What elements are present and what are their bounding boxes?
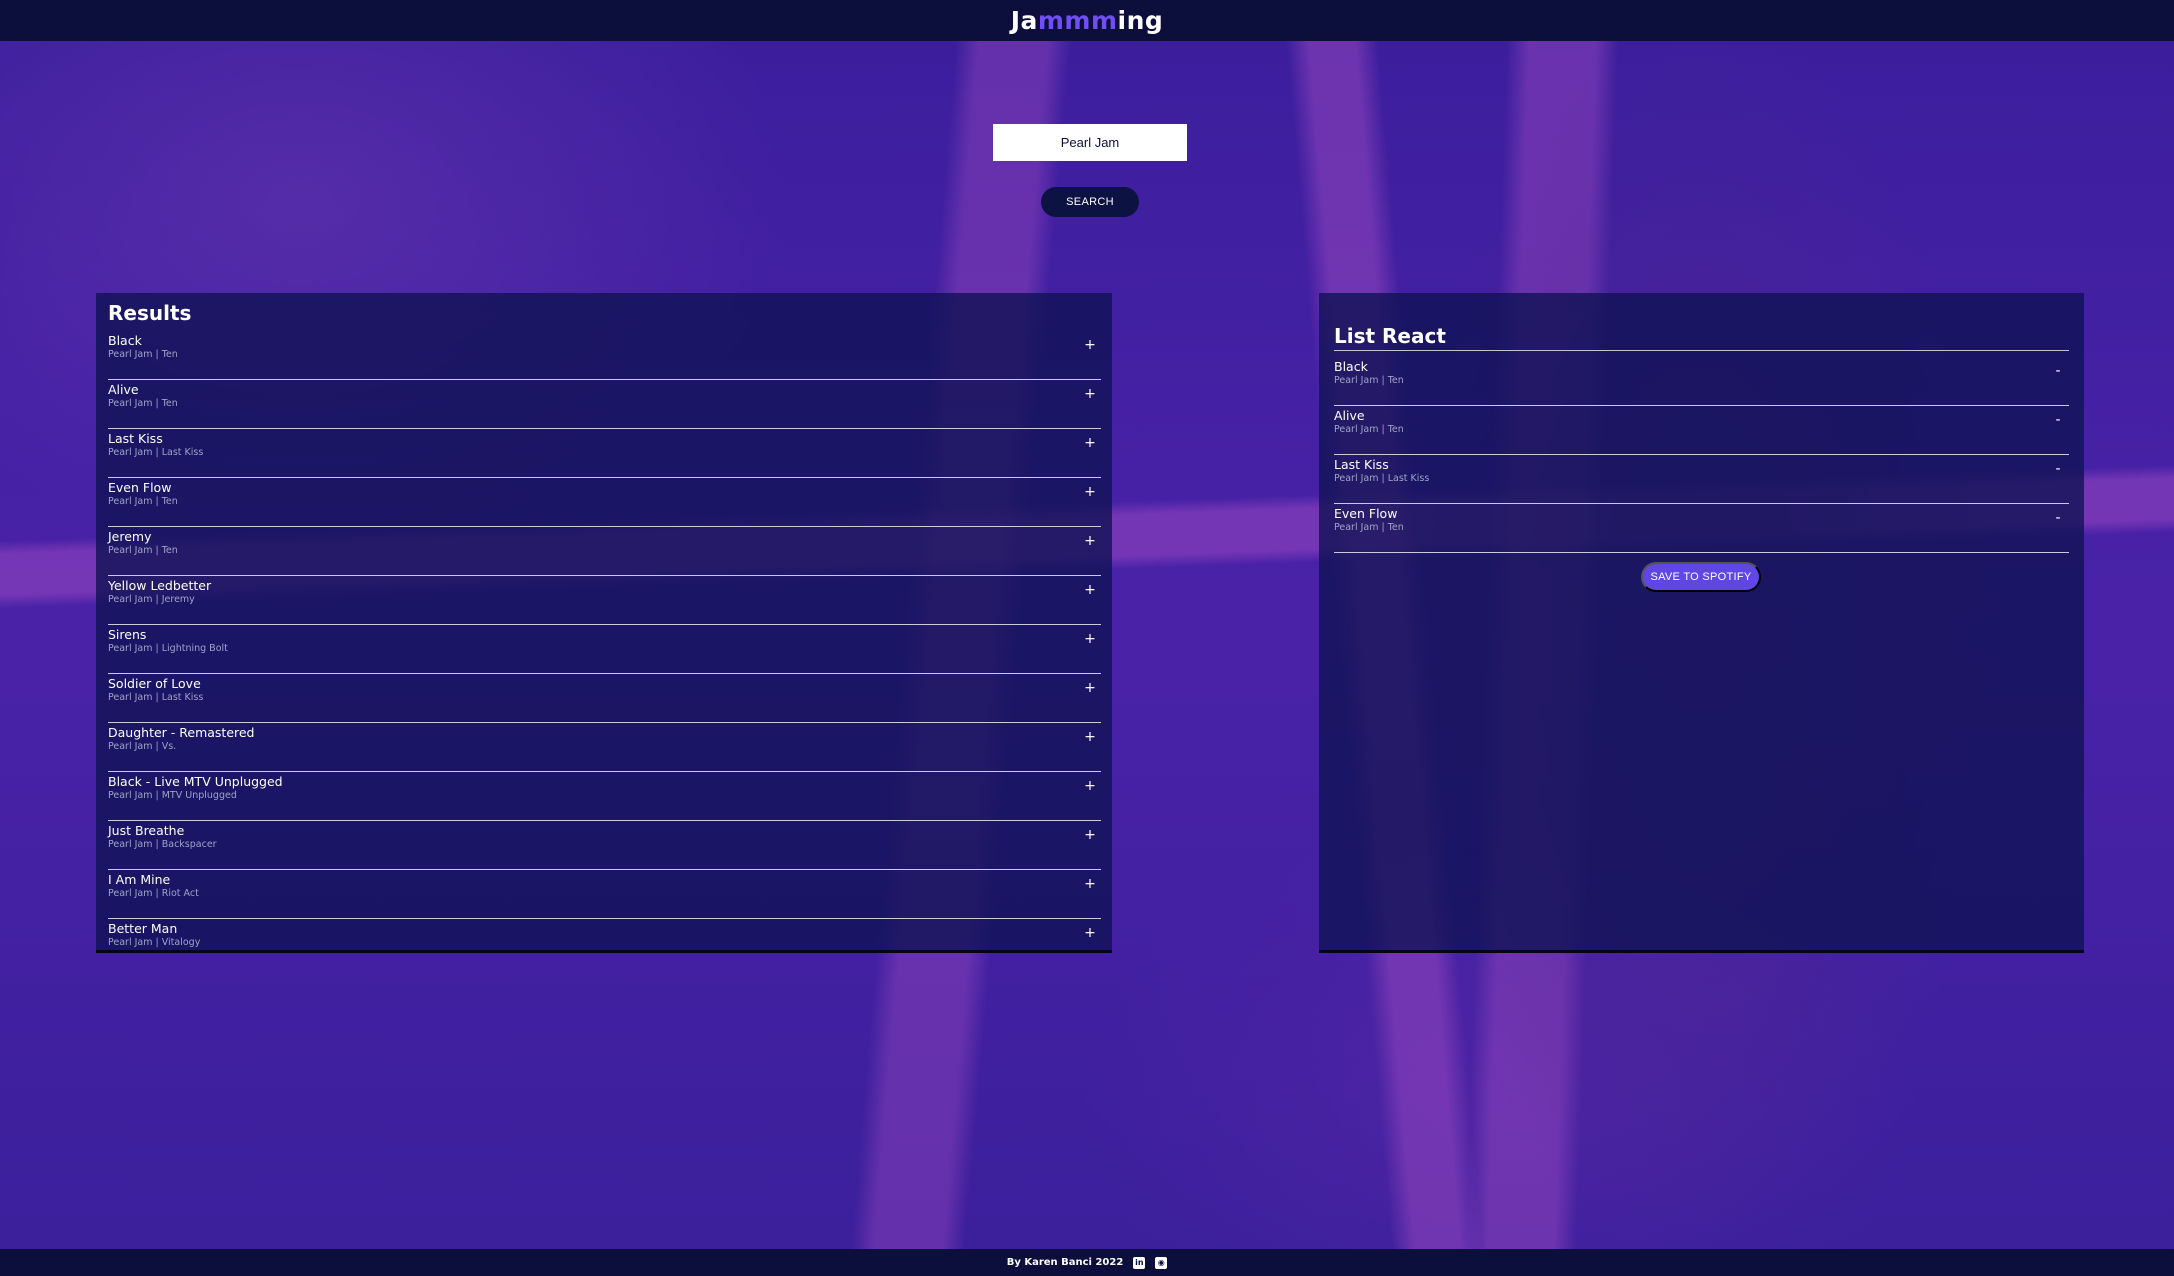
track-artist-album: Pearl Jam | Last Kiss [108, 447, 204, 458]
track-row: Alive Pearl Jam | Ten + [108, 380, 1101, 429]
track-name: Black [1334, 359, 1368, 374]
add-track-button[interactable]: + [1083, 631, 1097, 647]
remove-track-button[interactable]: - [2051, 363, 2065, 379]
track-name: Just Breathe [108, 823, 185, 838]
results-track-list: Black Pearl Jam | Ten + Alive Pearl Jam | Te… [108, 331, 1101, 950]
playlist-track-list: Black Pearl Jam | Ten - Alive Pearl Jam | Te… [1334, 357, 2069, 553]
linkedin-icon[interactable]: in [1133, 1256, 1146, 1269]
track-row: Sirens Pearl Jam | Lightning Bolt + [108, 625, 1101, 674]
save-to-spotify-button[interactable]: SAVE TO SPOTIFY [1641, 562, 1761, 592]
track-row: Black Pearl Jam | Ten + [108, 331, 1101, 380]
track-artist-album: Pearl Jam | Vitalogy [108, 937, 201, 948]
logo: Jammming [1011, 6, 1164, 35]
track-row: Jeremy Pearl Jam | Ten + [108, 527, 1101, 576]
track-artist-album: Pearl Jam | Last Kiss [1334, 473, 1430, 484]
add-track-button[interactable]: + [1083, 778, 1097, 794]
track-artist-album: Pearl Jam | Ten [1334, 375, 1404, 386]
search-button[interactable]: SEARCH [1041, 187, 1139, 217]
track-artist-album: Pearl Jam | Riot Act [108, 888, 199, 899]
add-track-button[interactable]: + [1083, 435, 1097, 451]
remove-track-button[interactable]: - [2051, 412, 2065, 428]
track-name: Jeremy [108, 529, 152, 544]
playlist-name-underline [1334, 350, 2069, 351]
add-track-button[interactable]: + [1083, 729, 1097, 745]
playlist-name[interactable]: List React [1334, 324, 1446, 348]
logo-suffix: ing [1117, 6, 1164, 35]
track-artist-album: Pearl Jam | Ten [1334, 522, 1404, 533]
track-name: Alive [1334, 408, 1365, 423]
track-row: Black - Live MTV Unplugged Pearl Jam | MT… [108, 772, 1101, 821]
track-name: Last Kiss [1334, 457, 1389, 472]
track-row: Alive Pearl Jam | Ten - [1334, 406, 2069, 455]
playlist-panel: List React Black Pearl Jam | Ten - Alive Pea… [1319, 293, 2084, 950]
track-row: I Am Mine Pearl Jam | Riot Act + [108, 870, 1101, 919]
add-track-button[interactable]: + [1083, 582, 1097, 598]
track-artist-album: Pearl Jam | Jeremy [108, 594, 195, 605]
results-title: Results [108, 301, 192, 325]
track-artist-album: Pearl Jam | Ten [1334, 424, 1404, 435]
track-name: Daughter - Remastered [108, 725, 255, 740]
track-row: Just Breathe Pearl Jam | Backspacer + [108, 821, 1101, 870]
track-row: Soldier of Love Pearl Jam | Last Kiss + [108, 674, 1101, 723]
track-artist-album: Pearl Jam | Vs. [108, 741, 177, 752]
remove-track-button[interactable]: - [2051, 510, 2065, 526]
track-name: Even Flow [108, 480, 172, 495]
track-row: Last Kiss Pearl Jam | Last Kiss - [1334, 455, 2069, 504]
remove-track-button[interactable]: - [2051, 461, 2065, 477]
github-icon[interactable]: ◉ [1155, 1256, 1168, 1269]
page-footer: By Karen Banci 2022 in ◉ [0, 1249, 2174, 1276]
track-row: Black Pearl Jam | Ten - [1334, 357, 2069, 406]
track-name: Last Kiss [108, 431, 163, 446]
app-header: Jammming [0, 0, 2174, 41]
track-name: Sirens [108, 627, 147, 642]
track-row: Better Man Pearl Jam | Vitalogy + [108, 919, 1101, 950]
track-artist-album: Pearl Jam | Last Kiss [108, 692, 204, 703]
track-row: Even Flow Pearl Jam | Ten + [108, 478, 1101, 527]
track-artist-album: Pearl Jam | Ten [108, 349, 178, 360]
track-artist-album: Pearl Jam | Ten [108, 545, 178, 556]
track-name: Black [108, 333, 142, 348]
add-track-button[interactable]: + [1083, 680, 1097, 696]
track-name: Black - Live MTV Unplugged [108, 774, 283, 789]
track-row: Last Kiss Pearl Jam | Last Kiss + [108, 429, 1101, 478]
add-track-button[interactable]: + [1083, 386, 1097, 402]
logo-prefix: Ja [1010, 6, 1038, 35]
add-track-button[interactable]: + [1083, 827, 1097, 843]
add-track-button[interactable]: + [1083, 876, 1097, 892]
track-name: Soldier of Love [108, 676, 201, 691]
track-artist-album: Pearl Jam | MTV Unplugged [108, 790, 237, 801]
add-track-button[interactable]: + [1083, 533, 1097, 549]
track-name: Better Man [108, 921, 178, 936]
logo-highlight: mmm [1037, 6, 1118, 35]
add-track-button[interactable]: + [1083, 337, 1097, 353]
track-name: Even Flow [1334, 506, 1398, 521]
add-track-button[interactable]: + [1083, 925, 1097, 941]
track-row: Yellow Ledbetter Pearl Jam | Jeremy + [108, 576, 1101, 625]
results-panel: Results Black Pearl Jam | Ten + Alive Pearl … [96, 293, 1112, 950]
search-input[interactable] [993, 124, 1187, 161]
track-row: Daughter - Remastered Pearl Jam | Vs. + [108, 723, 1101, 772]
track-name: Alive [108, 382, 139, 397]
track-name: Yellow Ledbetter [108, 578, 212, 593]
track-artist-album: Pearl Jam | Backspacer [108, 839, 217, 850]
footer-credit: By Karen Banci 2022 [1006, 1257, 1124, 1268]
track-artist-album: Pearl Jam | Ten [108, 398, 178, 409]
track-row: Even Flow Pearl Jam | Ten - [1334, 504, 2069, 553]
track-artist-album: Pearl Jam | Lightning Bolt [108, 643, 228, 654]
track-artist-album: Pearl Jam | Ten [108, 496, 178, 507]
track-name: I Am Mine [108, 872, 171, 887]
add-track-button[interactable]: + [1083, 484, 1097, 500]
